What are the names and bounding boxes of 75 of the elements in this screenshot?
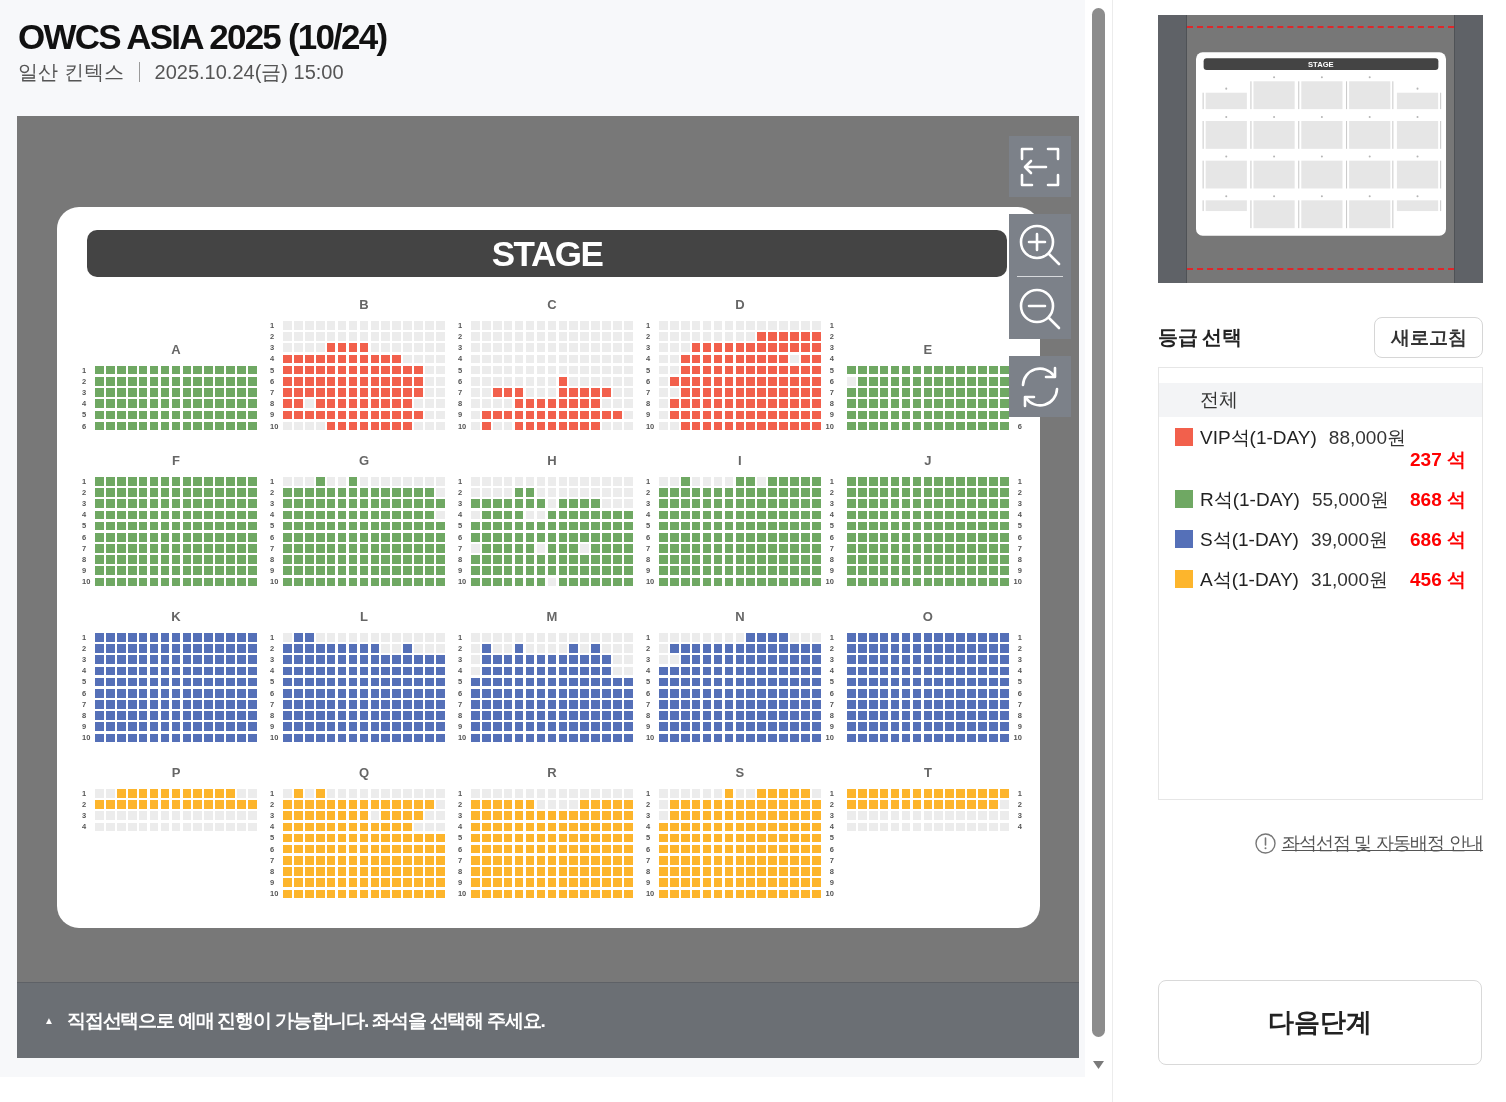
seat-grid[interactable] xyxy=(283,477,445,587)
section-label: P xyxy=(170,765,182,780)
info-link[interactable]: 좌석선점 및 자동배정 안내 xyxy=(1281,831,1483,855)
grade-option[interactable]: VIP석(1-DAY) 88,000원 237 석 xyxy=(1159,419,1482,479)
section-label: K xyxy=(170,609,182,624)
alert-circle-icon xyxy=(1254,832,1276,854)
grade-price: 88,000원 xyxy=(1328,427,1406,449)
seat-grid[interactable] xyxy=(471,632,633,743)
zoom-out-button[interactable] xyxy=(1009,278,1071,339)
section-label: C xyxy=(546,298,558,313)
section-label: M xyxy=(545,609,559,624)
seat-grid[interactable] xyxy=(659,632,821,743)
grade-heading: 등급 선택 xyxy=(1158,325,1242,350)
section-label: N xyxy=(734,609,746,624)
seat-count: 868 석 xyxy=(1409,489,1466,511)
arrow-in-frame-icon xyxy=(1020,146,1060,187)
refresh-button[interactable]: 새로고침 xyxy=(1374,317,1483,358)
section-label: O xyxy=(921,609,934,624)
section-label: H xyxy=(546,454,558,468)
reset-view-button[interactable] xyxy=(1009,136,1071,197)
seat-count: 456 석 xyxy=(1409,569,1466,591)
grade-price: 39,000원 xyxy=(1310,529,1388,551)
section-label: B xyxy=(358,298,370,313)
section-label: G xyxy=(357,454,370,468)
seat-count: 237 석 xyxy=(1409,449,1466,471)
seat-grid[interactable] xyxy=(847,632,1009,743)
grade-name: A석(1-DAY) xyxy=(1200,569,1299,591)
event-title: OWCS ASIA 2025 (10/24) xyxy=(18,16,388,58)
grade-name: VIP석(1-DAY) xyxy=(1200,427,1317,449)
zoom-out-icon xyxy=(1019,287,1061,330)
grade-name: R석(1-DAY) xyxy=(1200,489,1300,511)
seat-grid[interactable] xyxy=(95,477,257,587)
section-label: I xyxy=(737,454,743,468)
section-label: R xyxy=(546,765,558,780)
date-time-text: 2025.10.24(금) 15:00 xyxy=(154,60,344,85)
seat-grid[interactable] xyxy=(847,477,1009,587)
seat-grid[interactable] xyxy=(659,321,821,431)
minimap[interactable]: STAGE xyxy=(1158,15,1483,283)
seat-grid[interactable] xyxy=(471,477,633,587)
venue-text: 일산 킨텍스 xyxy=(18,60,124,85)
minimap-viewport[interactable]: STAGE xyxy=(1186,15,1455,283)
section-label: E xyxy=(922,342,934,357)
grade-price: 55,000원 xyxy=(1311,489,1390,511)
refresh-view-button[interactable] xyxy=(1009,356,1071,417)
zoom-in-button[interactable] xyxy=(1009,214,1071,275)
seat-count: 686 석 xyxy=(1409,529,1466,551)
section-label: F xyxy=(171,454,181,468)
grade-option[interactable]: R석(1-DAY) 55,000원 868 석 xyxy=(1159,481,1482,519)
section-label: D xyxy=(734,298,746,313)
section-label: S xyxy=(734,765,746,780)
grade-name: S석(1-DAY) xyxy=(1200,529,1299,551)
section-label: L xyxy=(358,609,369,624)
grade-option[interactable]: A석(1-DAY) 31,000원 456 석 xyxy=(1159,561,1482,599)
minimap-stage-label: STAGE xyxy=(1308,60,1334,70)
section-label: J xyxy=(923,454,933,468)
zoom-in-icon xyxy=(1019,223,1061,266)
grade-option[interactable]: S석(1-DAY) 39,000원 686 석 xyxy=(1159,521,1482,559)
section-label: T xyxy=(922,765,933,780)
seat-grid[interactable] xyxy=(283,632,445,743)
stage-bar: STAGE xyxy=(87,230,1007,277)
scroll-down-icon xyxy=(1093,1061,1104,1069)
seat-grid[interactable] xyxy=(659,477,821,587)
seat-grid[interactable] xyxy=(847,365,1009,431)
section-label: A xyxy=(170,342,182,357)
notice-text: 직접선택으로 예매 진행이 가능합니다. 좌석을 선택해 주세요. xyxy=(66,1008,545,1033)
grade-option[interactable]: 전체 xyxy=(1159,383,1482,417)
seat-grid[interactable] xyxy=(95,365,257,431)
scrollbar-thumb[interactable] xyxy=(1092,8,1105,1037)
seat-grid[interactable] xyxy=(471,321,633,431)
grade-price: 31,000원 xyxy=(1310,569,1388,591)
next-step-button[interactable]: 다음단계 xyxy=(1158,980,1482,1065)
seat-grid[interactable] xyxy=(283,321,445,431)
section-label: Q xyxy=(357,765,370,780)
seat-grid[interactable] xyxy=(95,632,257,743)
up-triangle-icon: ▲ xyxy=(44,1014,54,1027)
